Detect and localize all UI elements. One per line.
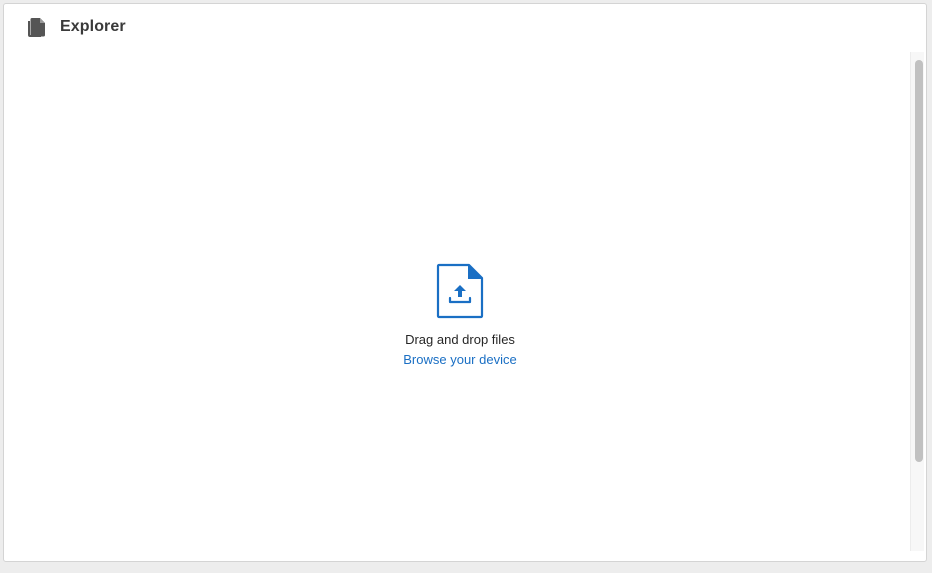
vertical-scrollbar[interactable] [910, 52, 924, 551]
panel-header: Explorer [4, 4, 926, 52]
scrollbar-thumb[interactable] [915, 60, 923, 462]
browse-device-link[interactable]: Browse your device [403, 352, 516, 367]
file-upload-icon [436, 263, 484, 319]
explorer-panel: Explorer Drag and drop files Browse your… [3, 3, 927, 562]
file-list-area[interactable]: Drag and drop files Browse your device [4, 52, 910, 551]
browse-device-link-row: Browse your device [4, 352, 916, 367]
panel-title: Explorer [60, 18, 126, 35]
page: Explorer Drag and drop files Browse your… [0, 0, 932, 573]
documents-icon [25, 16, 47, 40]
drag-drop-instruction: Drag and drop files [405, 332, 515, 347]
file-drop-zone[interactable]: Drag and drop files Browse your device [4, 52, 910, 551]
